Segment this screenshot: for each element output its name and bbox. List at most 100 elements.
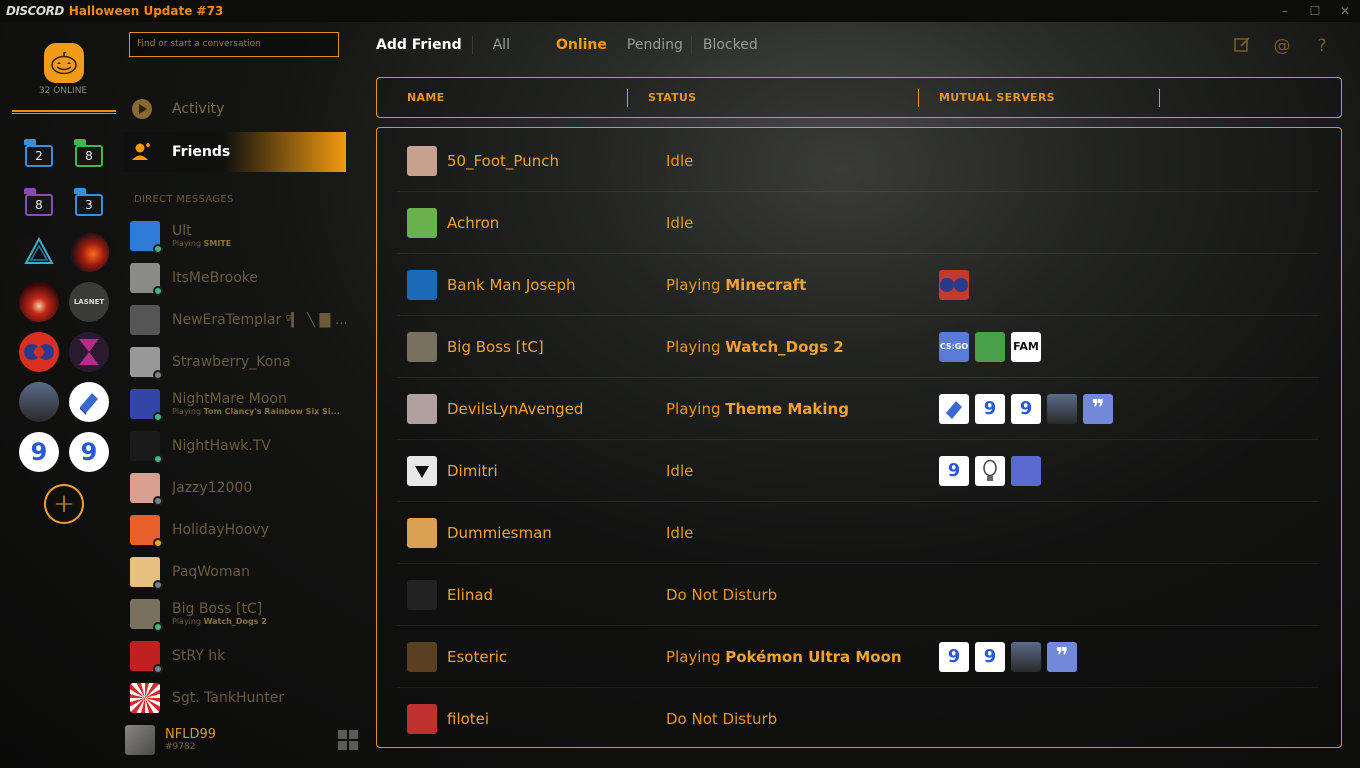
close-icon[interactable]: ✕ [1330, 0, 1360, 22]
friend-name: Bank Man Joseph [447, 275, 576, 294]
avatar [407, 393, 437, 424]
dm-item[interactable]: ItsMeBrooke [130, 260, 346, 296]
status-indicator [153, 370, 163, 380]
nav-friends[interactable]: Friends [124, 132, 346, 172]
server-icon[interactable]: LASNET [69, 282, 109, 322]
friend-status: Idle [666, 523, 694, 542]
server-icon[interactable] [19, 282, 59, 322]
avatar[interactable] [125, 725, 155, 755]
dm-item[interactable]: Strawberry_Kona [130, 344, 346, 380]
minimize-icon[interactable]: – [1270, 0, 1300, 22]
avatar [407, 704, 437, 734]
server-folder[interactable]: 8 [24, 188, 54, 216]
friend-row[interactable]: Achron Idle [397, 192, 1319, 254]
tab-all[interactable]: All [493, 37, 510, 53]
friend-name: Achron [447, 213, 500, 232]
column-header-mutual-servers[interactable]: MUTUAL SERVERS [939, 91, 1055, 104]
dm-item[interactable]: PaqWoman [130, 554, 346, 590]
avatar [407, 331, 437, 362]
friend-name: 50_Foot_Punch [447, 151, 559, 170]
dm-name: Strawberry_Kona [172, 354, 291, 370]
dm-item[interactable]: HolidayHoovy [130, 512, 346, 548]
friend-row[interactable]: DevilsLynAvenged Playing Theme Making 9 … [397, 378, 1319, 440]
search-input[interactable]: Find or start a conversation [129, 32, 339, 57]
dm-name: NewEraTemplar ᵍ▎ ╲ ▇ ... [172, 312, 346, 328]
mutual-server-icon[interactable] [939, 269, 969, 300]
mutual-server-icon[interactable] [939, 393, 969, 424]
user-tag: #9782 [165, 741, 196, 752]
mutual-server-icon[interactable]: FAM [1011, 331, 1041, 362]
add-server-button[interactable]: + [44, 484, 84, 524]
server-icon[interactable]: 9 [69, 432, 109, 472]
mutual-server-icon[interactable] [1047, 393, 1077, 424]
home-button[interactable] [44, 43, 84, 83]
dm-name: NightHawk.TV [172, 438, 271, 454]
server-icon[interactable] [69, 382, 109, 422]
activity-icon [131, 98, 153, 120]
dm-item[interactable]: Sgt. TankHunter [130, 680, 346, 716]
dm-item[interactable]: Big Boss [tC] Playing Watch_Dogs 2 [130, 596, 346, 632]
friend-row[interactable]: Esoteric Playing Pokémon Ultra Moon 9 9 … [397, 626, 1319, 688]
dm-item[interactable]: NightHawk.TV [130, 428, 346, 464]
help-icon[interactable]: ? [1302, 36, 1342, 58]
mutual-server-icon[interactable] [975, 455, 1005, 486]
server-folder[interactable]: 8 [74, 139, 104, 167]
mutual-server-icon[interactable]: 9 [1011, 393, 1041, 424]
maximize-icon[interactable]: ☐ [1300, 0, 1330, 22]
friend-row[interactable]: Dummiesman Idle [397, 502, 1319, 564]
nav-activity-label: Activity [172, 101, 225, 117]
friend-status: Playing Watch_Dogs 2 [666, 337, 844, 356]
mutual-server-icon[interactable]: ❞ [1047, 641, 1077, 672]
dm-item[interactable]: NightMare Moon Playing Tom Clancy's Rainb… [130, 386, 346, 422]
mutual-servers: 9 9 ❞ [939, 641, 1083, 672]
dm-item[interactable]: NewEraTemplar ᵍ▎ ╲ ▇ ... [130, 302, 346, 338]
column-header-status[interactable]: STATUS [648, 91, 696, 104]
dm-name: HolidayHoovy [172, 522, 269, 538]
mutual-server-icon[interactable]: CS:GO [939, 331, 969, 362]
column-header-name[interactable]: NAME [407, 91, 444, 104]
username: NFLD99 [165, 726, 216, 742]
mutual-server-icon[interactable]: 9 [939, 455, 969, 486]
dm-item[interactable]: Jazzy12000 [130, 470, 346, 506]
mutual-server-icon[interactable] [1011, 455, 1041, 486]
mutual-server-icon[interactable]: 9 [939, 641, 969, 672]
server-folder[interactable]: 3 [74, 188, 104, 216]
friend-status: Playing Minecraft [666, 275, 807, 294]
server-folder[interactable]: 2 [24, 139, 54, 167]
mutual-server-icon[interactable]: 9 [975, 393, 1005, 424]
dm-item[interactable]: Ult Playing SMITE [130, 218, 346, 254]
avatar [130, 389, 163, 422]
avatar [130, 431, 163, 464]
mutual-server-icon[interactable]: ❞ [1083, 393, 1113, 424]
server-icon[interactable] [19, 382, 59, 422]
avatar [130, 347, 163, 380]
avatar [130, 473, 163, 506]
status-indicator [153, 454, 163, 464]
settings-grid-icon[interactable] [338, 730, 358, 750]
friend-row[interactable]: filotei Do Not Disturb [397, 688, 1319, 747]
new-dm-icon[interactable] [1222, 36, 1262, 58]
mentions-icon[interactable]: @ [1262, 36, 1302, 58]
friend-row[interactable]: Dimitri Idle 9 [397, 440, 1319, 502]
friend-row[interactable]: Bank Man Joseph Playing Minecraft [397, 254, 1319, 316]
tab-blocked[interactable]: Blocked [703, 37, 758, 53]
tab-add-friend[interactable]: Add Friend [376, 37, 462, 53]
friend-row[interactable]: Big Boss [tC] Playing Watch_Dogs 2 CS:GO… [397, 316, 1319, 378]
server-icon[interactable] [19, 232, 59, 272]
mutual-server-icon[interactable] [975, 331, 1005, 362]
server-icon[interactable] [69, 332, 109, 372]
friend-status: Idle [666, 151, 694, 170]
tab-pending[interactable]: Pending [627, 37, 683, 53]
friend-row[interactable]: Elinad Do Not Disturb [397, 564, 1319, 626]
nav-friends-label: Friends [172, 144, 231, 160]
mutual-server-icon[interactable]: 9 [975, 641, 1005, 672]
friend-row[interactable]: 50_Foot_Punch Idle [397, 130, 1319, 192]
nav-activity[interactable]: Activity [124, 89, 346, 129]
tab-online[interactable]: Online [556, 37, 607, 53]
server-icon[interactable] [19, 332, 59, 372]
server-icon[interactable]: 9 [19, 432, 59, 472]
window-controls: – ☐ ✕ [1270, 0, 1360, 22]
dm-item[interactable]: StRY hk [130, 638, 346, 674]
server-icon[interactable] [69, 232, 109, 272]
mutual-server-icon[interactable] [1011, 641, 1041, 672]
